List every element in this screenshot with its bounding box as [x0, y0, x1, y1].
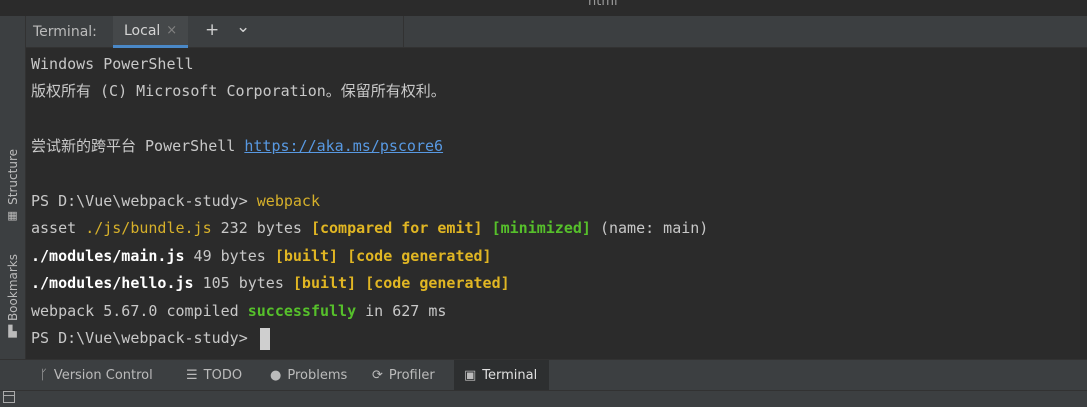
module-file: ./modules/hello.js — [31, 274, 194, 292]
prompt-text: PS D:\Vue\webpack-study> — [31, 192, 257, 210]
tab-version-control-label: Version Control — [53, 368, 153, 383]
asset-flag: [minimized] — [491, 219, 591, 237]
asset-file: ./js/bundle.js — [85, 219, 212, 237]
branch-icon: ᚴ — [40, 368, 48, 383]
module-flag: [code generated] — [365, 274, 510, 292]
terminal-text: (name: main) — [590, 219, 709, 237]
terminal-icon: ▣ — [464, 368, 477, 383]
chevron-down-icon[interactable]: ⌄ — [236, 17, 250, 37]
structure-side-tab[interactable]: Structure ▦ — [0, 149, 25, 222]
module-file: ./modules/main.js — [31, 247, 185, 265]
terminal-line: PS D:\Vue\webpack-study> webpack — [31, 188, 320, 215]
header-divider — [403, 16, 404, 48]
terminal-text: in 627 ms — [356, 302, 447, 320]
new-tab-button[interactable]: + — [205, 20, 219, 40]
tab-local[interactable]: Local × — [113, 16, 189, 48]
text-cursor[interactable] — [259, 327, 270, 350]
terminal-line: Windows PowerShell — [31, 51, 194, 78]
terminal-output[interactable]: Windows PowerShell 版权所有 (C) Microsoft Co… — [26, 48, 1087, 359]
module-size: 105 bytes — [193, 274, 293, 292]
tab-problems[interactable]: ● Problems — [270, 360, 347, 391]
tab-todo[interactable]: ☰ TODO — [186, 360, 242, 391]
module-flag: [built] — [274, 247, 339, 265]
left-tool-strip: Structure ▦ Bookmarks ▙ — [0, 16, 26, 359]
success-text: successfully — [247, 302, 357, 320]
module-size: 49 bytes — [184, 247, 275, 265]
terminal-line: webpack 5.67.0 compiled successfully in … — [31, 298, 446, 325]
terminal-line: ./modules/main.js 49 bytes [built] [code… — [31, 243, 492, 270]
terminal-header-label: Terminal: — [33, 24, 97, 40]
terminal-text: webpack 5.67.0 compiled — [31, 302, 248, 320]
profiler-icon: ⟳ — [372, 368, 383, 383]
terminal-line: ./modules/hello.js 105 bytes [built] [co… — [31, 270, 510, 297]
status-bar — [0, 390, 1087, 407]
pscore-link[interactable]: https://aka.ms/pscore6 — [244, 137, 443, 155]
tab-terminal[interactable]: ▣ Terminal — [454, 360, 549, 391]
terminal-line: 尝试新的跨平台 PowerShell https://aka.ms/pscore… — [31, 133, 443, 160]
bookmark-icon: ▙ — [8, 325, 17, 339]
structure-icon: ▦ — [7, 208, 18, 222]
layout-icon[interactable] — [3, 391, 15, 403]
terminal-text: 版权所有 (C) Microsoft Corporation。保留所有权利。 — [31, 82, 446, 100]
bookmarks-side-tab-label: Bookmarks — [5, 254, 20, 322]
tab-profiler-label: Profiler — [388, 368, 435, 383]
list-icon: ☰ — [186, 368, 198, 383]
module-flag: [code generated] — [347, 247, 492, 265]
prompt-text: PS D:\Vue\webpack-study> — [31, 329, 257, 347]
terminal-header: Terminal: Local × + ⌄ — [26, 16, 1087, 48]
tab-todo-label: TODO — [203, 368, 243, 383]
asset-flag: [compared for emit] — [310, 219, 483, 237]
tab-version-control[interactable]: ᚴ Version Control — [40, 360, 153, 391]
bottom-tool-bar: ᚴ Version Control ☰ TODO ● Problems ⟳ Pr… — [0, 359, 1087, 391]
structure-side-tab-label: Structure — [5, 149, 20, 205]
terminal-line: 版权所有 (C) Microsoft Corporation。保留所有权利。 — [31, 78, 446, 105]
command-text: webpack — [256, 192, 320, 210]
close-icon[interactable]: × — [166, 23, 177, 38]
terminal-text: asset — [31, 219, 86, 237]
module-flag: [built] — [292, 274, 357, 292]
terminal-line: PS D:\Vue\webpack-study> — [31, 325, 270, 352]
tab-problems-label: Problems — [287, 368, 348, 383]
tab-terminal-label: Terminal — [482, 368, 538, 383]
terminal-text: Windows PowerShell — [31, 55, 194, 73]
bookmarks-side-tab[interactable]: Bookmarks ▙ — [0, 254, 25, 338]
tab-local-label: Local — [124, 22, 161, 39]
window-title-strip: html — [0, 0, 1087, 16]
tab-profiler[interactable]: ⟳ Profiler — [372, 360, 435, 391]
terminal-line: asset ./js/bundle.js 232 bytes [compared… — [31, 215, 708, 242]
window-title: html — [588, 0, 618, 9]
warning-icon: ● — [270, 368, 282, 383]
asset-size: 232 bytes — [211, 219, 311, 237]
terminal-text: 尝试新的跨平台 PowerShell — [31, 137, 245, 155]
